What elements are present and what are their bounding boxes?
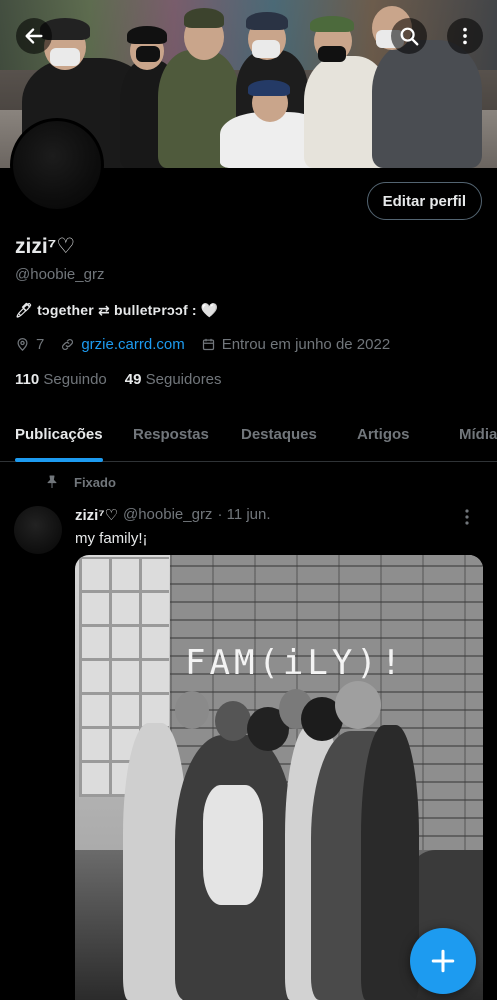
tab-respostas[interactable]: Respostas bbox=[133, 426, 209, 443]
post-author-handle[interactable]: @hoobie_grz bbox=[123, 506, 212, 524]
banner-mask bbox=[50, 48, 80, 66]
following-label: Seguindo bbox=[43, 371, 107, 388]
following-count: 110 bbox=[15, 371, 40, 388]
link-icon bbox=[62, 339, 74, 350]
banner-cap bbox=[310, 16, 354, 32]
edit-profile-button[interactable]: Editar perfil bbox=[366, 182, 482, 220]
location-pin-icon bbox=[17, 337, 28, 351]
photo-person-head bbox=[175, 691, 209, 729]
banner-person bbox=[372, 40, 482, 168]
profile-website-link[interactable]: grzie.carrd.com bbox=[81, 336, 184, 353]
calendar-icon bbox=[202, 338, 214, 351]
post-date[interactable]: · 11 jun. bbox=[217, 506, 270, 524]
search-icon bbox=[400, 27, 419, 46]
post-author-avatar[interactable] bbox=[14, 506, 62, 554]
photo-person-head bbox=[215, 701, 251, 741]
pinned-indicator: Fixado bbox=[44, 474, 116, 490]
post-image[interactable]: FAM(iLY)! bbox=[75, 555, 483, 1000]
arrow-left-icon bbox=[25, 28, 43, 44]
pinned-label: Fixado bbox=[74, 474, 116, 490]
tab-publicacoes[interactable]: Publicações bbox=[15, 426, 103, 443]
post-author-name[interactable]: zizi⁷♡ bbox=[75, 506, 118, 524]
tab-destaques[interactable]: Destaques bbox=[241, 426, 317, 443]
banner-cap bbox=[248, 80, 290, 96]
banner-mask bbox=[136, 46, 160, 62]
search-button[interactable] bbox=[391, 18, 427, 54]
tab-artigos[interactable]: Artigos bbox=[357, 426, 410, 443]
display-name: zizi⁷♡ bbox=[15, 235, 76, 258]
profile-joined-date: Entrou em junho de 2022 bbox=[221, 336, 391, 353]
profile-bio: 🖊 tɔgether ⇄ bulletᴘrɔɔf : 🤍 bbox=[15, 302, 219, 318]
banner-cap bbox=[246, 12, 288, 30]
more-vertical-icon bbox=[463, 27, 467, 45]
followers-count: 49 bbox=[124, 371, 142, 388]
profile-meta: 7 grzie.carrd.com Entrou em junho de 202… bbox=[15, 336, 390, 353]
pin-icon bbox=[47, 475, 57, 488]
post-more-icon[interactable] bbox=[459, 508, 475, 526]
photo-bouquet bbox=[203, 785, 263, 905]
active-tab-indicator bbox=[15, 458, 103, 462]
profile-location: 7 bbox=[36, 336, 45, 353]
tab-midia[interactable]: Mídia bbox=[459, 426, 497, 443]
following-link[interactable]: 110 Seguindo bbox=[15, 371, 107, 388]
profile-tabs: Publicações Respostas Destaques Artigos … bbox=[0, 410, 497, 462]
post-header: zizi⁷♡ @hoobie_grz · 11 jun. bbox=[75, 506, 271, 524]
back-button[interactable] bbox=[16, 18, 52, 54]
follow-stats: 110 Seguindo 49 Seguidores bbox=[15, 371, 222, 388]
banner-mask bbox=[252, 40, 280, 58]
followers-link[interactable]: 49 Seguidores bbox=[125, 371, 222, 388]
plus-icon bbox=[431, 949, 455, 973]
profile-handle: @hoobie_grz bbox=[15, 266, 105, 283]
followers-label: Seguidores bbox=[145, 371, 222, 388]
more-options-button[interactable] bbox=[447, 18, 483, 54]
banner-cap bbox=[184, 8, 224, 28]
photo-wall-text: FAM(iLY)! bbox=[185, 643, 406, 683]
profile-avatar[interactable] bbox=[10, 118, 104, 212]
banner-mask bbox=[318, 46, 346, 62]
photo-person-head bbox=[335, 681, 381, 729]
post-text: my family!¡ bbox=[75, 530, 148, 547]
banner-cap bbox=[127, 26, 167, 44]
compose-button[interactable] bbox=[410, 928, 476, 994]
